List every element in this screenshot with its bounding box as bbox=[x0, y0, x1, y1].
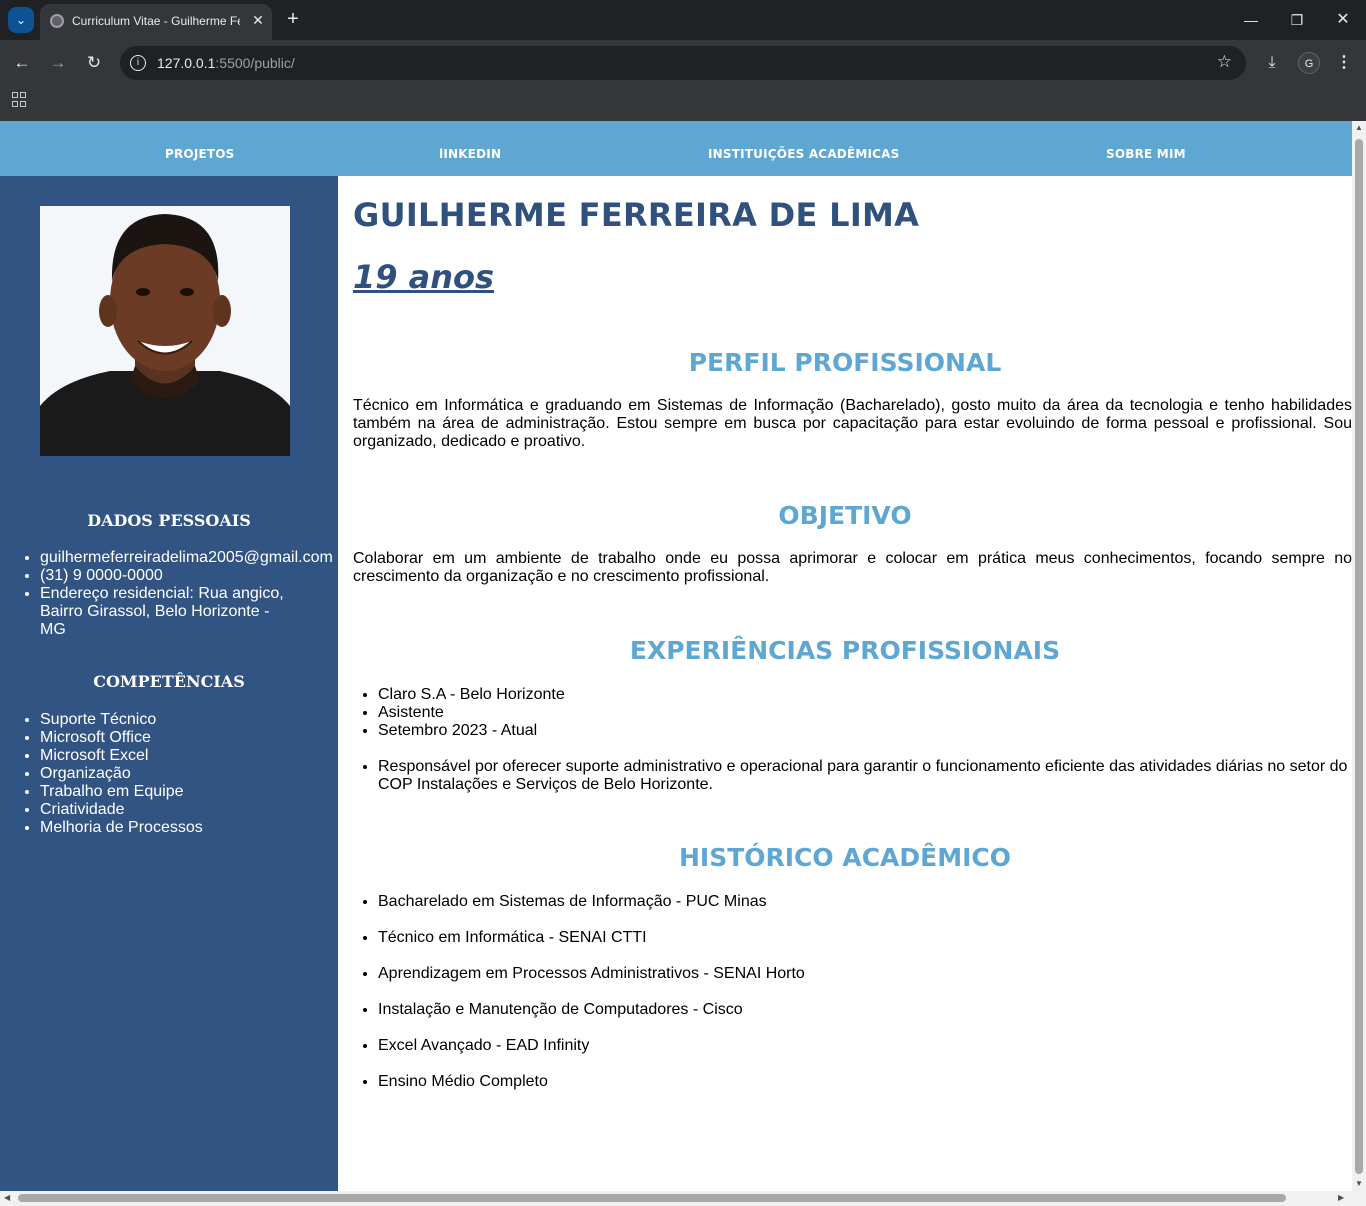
skill-item: Suporte Técnico bbox=[40, 711, 338, 729]
restore-button[interactable]: ❐ bbox=[1284, 8, 1310, 32]
personal-data-list: guilhermeferreiradelima2005@gmail.com (3… bbox=[40, 549, 338, 639]
globe-icon bbox=[50, 14, 64, 28]
url-host: 127.0.0.1 bbox=[157, 55, 216, 71]
personal-data-heading: DADOS PESSOAIS bbox=[87, 511, 251, 530]
apps-grid-icon[interactable] bbox=[12, 92, 28, 108]
experience-description-list: Responsável por oferecer suporte adminis… bbox=[378, 758, 1352, 794]
profile-photo bbox=[40, 206, 290, 456]
experience-heading: EXPERIÊNCIAS PROFISSIONAIS bbox=[629, 636, 1061, 665]
menu-dots-icon[interactable]: ⋮ bbox=[1333, 52, 1355, 74]
close-window-button[interactable]: ✕ bbox=[1330, 8, 1356, 32]
skill-item: Microsoft Excel bbox=[40, 747, 338, 765]
skill-item: Microsoft Office bbox=[40, 729, 338, 747]
nav-link-instituicoes[interactable]: INSTITUIÇÕES ACADÊMICAS bbox=[708, 147, 900, 161]
tab-title: Curriculum Vitae - Guilherme Fe bbox=[72, 14, 240, 28]
email-item: guilhermeferreiradelima2005@gmail.com bbox=[40, 549, 338, 567]
browser-toolbar: ← → ↻ i 127.0.0.1:5500/public/ ☆ ⤓ G ⋮ bbox=[0, 40, 1366, 86]
site-info-icon[interactable]: i bbox=[130, 55, 146, 71]
experience-item: Asistente bbox=[378, 704, 1352, 722]
nav-link-linkedin[interactable]: lINKEDIN bbox=[439, 147, 501, 161]
download-icon[interactable]: ⤓ bbox=[1261, 52, 1283, 74]
url-path: :5500/public/ bbox=[215, 55, 295, 71]
bookmark-star-icon[interactable]: ☆ bbox=[1217, 52, 1232, 72]
skill-item: Organização bbox=[40, 765, 338, 783]
scroll-down-icon[interactable]: ▼ bbox=[1355, 1179, 1363, 1188]
profile-heading: PERFIL PROFISSIONAL bbox=[688, 348, 1002, 377]
experience-list: Claro S.A - Belo Horizonte Asistente Set… bbox=[378, 686, 1352, 740]
scroll-up-icon[interactable]: ▲ bbox=[1355, 123, 1363, 132]
academic-heading: HISTÓRICO ACADÊMICO bbox=[678, 843, 1012, 872]
vertical-scrollbar[interactable]: ▲ ▼ bbox=[1352, 121, 1366, 1191]
vertical-scroll-thumb[interactable] bbox=[1355, 139, 1363, 1174]
skills-list: Suporte Técnico Microsoft Office Microso… bbox=[40, 711, 338, 837]
horizontal-scroll-thumb[interactable] bbox=[18, 1194, 1286, 1202]
academic-item: Bacharelado em Sistemas de Informação - … bbox=[378, 893, 1352, 911]
experience-item: Setembro 2023 - Atual bbox=[378, 722, 1352, 740]
site-nav: PROJETOS lINKEDIN INSTITUIÇÕES ACADÊMICA… bbox=[0, 121, 1352, 176]
experience-description: Responsável por oferecer suporte adminis… bbox=[378, 758, 1352, 794]
experience-item: Claro S.A - Belo Horizonte bbox=[378, 686, 1352, 704]
age-heading: 19 anos bbox=[353, 258, 495, 296]
profile-text: Técnico em Informática e graduando em Si… bbox=[353, 397, 1352, 450]
forward-icon[interactable]: → bbox=[47, 52, 69, 74]
nav-link-projetos[interactable]: PROJETOS bbox=[165, 147, 235, 161]
scroll-right-icon[interactable]: ▶ bbox=[1338, 1193, 1344, 1202]
address-bar[interactable]: i 127.0.0.1:5500/public/ ☆ bbox=[120, 46, 1246, 80]
profile-avatar[interactable]: G bbox=[1298, 52, 1320, 74]
new-tab-button[interactable]: + bbox=[282, 8, 304, 30]
back-icon[interactable]: ← bbox=[11, 52, 33, 74]
nav-link-sobre-mim[interactable]: SOBRE MIM bbox=[1106, 147, 1186, 161]
close-tab-icon[interactable]: ✕ bbox=[250, 12, 266, 28]
skills-heading: COMPETÊNCIAS bbox=[93, 672, 245, 691]
academic-list: Bacharelado em Sistemas de Informação - … bbox=[378, 893, 1352, 1109]
url-text[interactable]: 127.0.0.1:5500/public/ bbox=[157, 55, 295, 71]
horizontal-scrollbar[interactable]: ◀ ▶ bbox=[0, 1191, 1366, 1206]
phone-item: (31) 9 0000-0000 bbox=[40, 567, 338, 585]
address-item: Endereço residencial: Rua angico, Bairro… bbox=[40, 585, 290, 639]
academic-item: Ensino Médio Completo bbox=[378, 1073, 1352, 1091]
academic-item: Excel Avançado - EAD Infinity bbox=[378, 1037, 1352, 1055]
skill-item: Trabalho em Equipe bbox=[40, 783, 338, 801]
minimize-button[interactable]: — bbox=[1238, 8, 1264, 32]
browser-tab-bar: ⌄ Curriculum Vitae - Guilherme Fe ✕ + — … bbox=[0, 0, 1366, 40]
reload-icon[interactable]: ↻ bbox=[83, 52, 105, 74]
main-content: GUILHERME FERREIRA DE LIMA 19 anos PERFI… bbox=[338, 176, 1352, 1191]
academic-item: Instalação e Manutenção de Computadores … bbox=[378, 1001, 1352, 1019]
academic-item: Técnico em Informática - SENAI CTTI bbox=[378, 929, 1352, 947]
bookmarks-bar bbox=[0, 86, 1366, 121]
tab-search-chevron-icon[interactable]: ⌄ bbox=[8, 7, 34, 33]
scroll-left-icon[interactable]: ◀ bbox=[4, 1193, 10, 1202]
objective-text: Colaborar em um ambiente de trabalho ond… bbox=[353, 550, 1352, 585]
academic-item: Aprendizagem em Processos Administrativo… bbox=[378, 965, 1352, 983]
browser-tab[interactable]: Curriculum Vitae - Guilherme Fe ✕ bbox=[40, 4, 272, 40]
page-title: GUILHERME FERREIRA DE LIMA bbox=[353, 196, 920, 234]
skill-item: Melhoria de Processos bbox=[40, 819, 338, 837]
sidebar: DADOS PESSOAIS guilhermeferreiradelima20… bbox=[0, 176, 338, 1191]
page-viewport: PROJETOS lINKEDIN INSTITUIÇÕES ACADÊMICA… bbox=[0, 121, 1352, 1191]
skill-item: Criatividade bbox=[40, 801, 338, 819]
objective-heading: OBJETIVO bbox=[778, 501, 912, 530]
